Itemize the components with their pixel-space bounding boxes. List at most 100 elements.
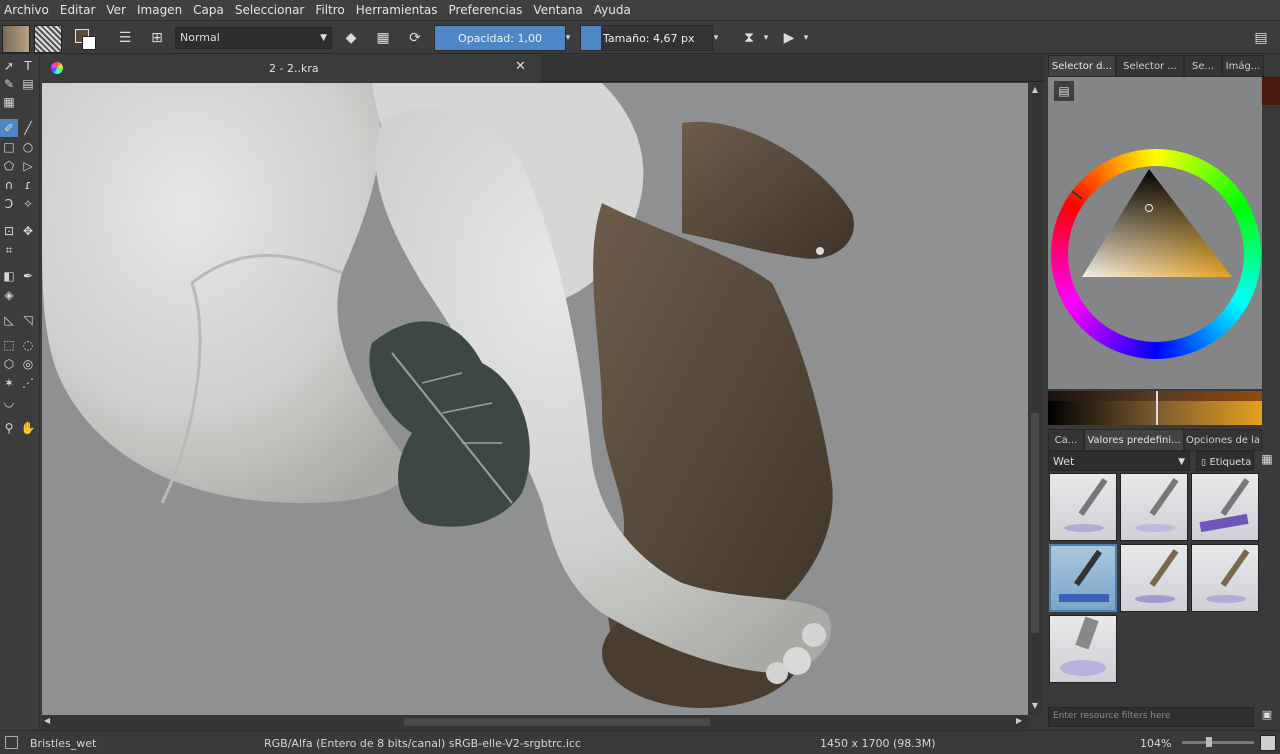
move-tool-icon[interactable]: ✥ bbox=[19, 222, 37, 240]
opacity-options-icon[interactable]: ▾ bbox=[560, 25, 576, 51]
preset-view-mode-icon[interactable]: ▦ bbox=[1258, 452, 1276, 470]
zoom-slider[interactable] bbox=[1182, 737, 1254, 747]
color-swatch-icon[interactable] bbox=[72, 25, 98, 51]
tag-label: Etiqueta bbox=[1209, 457, 1252, 468]
text-tool-icon[interactable]: T bbox=[19, 57, 37, 75]
freehand-brush-tool-icon[interactable]: ✐ bbox=[0, 119, 18, 137]
transform-tool-icon[interactable]: ⊡ bbox=[0, 222, 18, 240]
color-history-swatch[interactable] bbox=[1262, 77, 1280, 105]
rectangle-tool-icon[interactable]: □ bbox=[0, 138, 18, 156]
mirror-vertical-icon[interactable]: ▶ bbox=[776, 25, 802, 51]
workspace-chooser-icon[interactable]: ▤ bbox=[1248, 25, 1274, 51]
gradient-preview-icon[interactable] bbox=[2, 25, 30, 53]
blend-mode-select[interactable]: Normal ▼ bbox=[175, 27, 332, 49]
zoom-tool-icon[interactable]: ⚲ bbox=[0, 419, 18, 437]
line-tool-icon[interactable]: ╱ bbox=[19, 119, 37, 137]
scroll-up-icon[interactable]: ▲ bbox=[1028, 85, 1042, 94]
multibrush-tool-icon[interactable]: ✧ bbox=[19, 195, 37, 213]
scroll-right-icon[interactable]: ▶ bbox=[1016, 716, 1022, 725]
mirror-horizontal-icon[interactable]: ⧗ bbox=[736, 25, 762, 51]
pattern-tool-icon[interactable]: ▦ bbox=[0, 93, 18, 111]
zoom-slider-handle[interactable] bbox=[1206, 737, 1212, 747]
tab-brush-presets[interactable]: Valores predefini... bbox=[1084, 429, 1184, 451]
chevron-down-icon: ▼ bbox=[1178, 457, 1185, 467]
polyline-tool-icon[interactable]: ▷ bbox=[19, 157, 37, 175]
bezier-tool-icon[interactable]: ∩ bbox=[0, 176, 18, 194]
brush-preset-tile[interactable] bbox=[1049, 473, 1117, 541]
pattern-preview-icon[interactable] bbox=[34, 25, 62, 53]
menu-ver[interactable]: Ver bbox=[106, 3, 126, 17]
menu-herramientas[interactable]: Herramientas bbox=[356, 3, 438, 17]
pan-tool-icon[interactable]: ✋ bbox=[19, 419, 37, 437]
tag-menu-button[interactable]: ▯ Etiqueta bbox=[1196, 451, 1254, 471]
mirror-horizontal-dropdown-icon[interactable]: ▾ bbox=[760, 25, 772, 51]
opacity-slider[interactable]: Opacidad: 1,00 bbox=[434, 25, 566, 51]
similar-selection-tool-icon[interactable]: ⋰ bbox=[19, 374, 37, 392]
polygon-tool-icon[interactable]: ⬠ bbox=[0, 157, 18, 175]
hsv-color-wheel[interactable] bbox=[1048, 77, 1262, 389]
menu-filtro[interactable]: Filtro bbox=[315, 3, 344, 17]
menu-editar[interactable]: Editar bbox=[60, 3, 96, 17]
brush-preset-tile[interactable] bbox=[1191, 544, 1259, 612]
elliptical-selection-tool-icon[interactable]: ◌ bbox=[19, 336, 37, 354]
color-picker-tool-icon[interactable]: ✒ bbox=[19, 267, 37, 285]
tab-tool-options[interactable]: Opciones de la ... bbox=[1184, 429, 1262, 468]
rectangular-selection-tool-icon[interactable]: ⬚ bbox=[0, 336, 18, 354]
reload-preset-icon[interactable]: ⟳ bbox=[402, 25, 428, 51]
size-slider[interactable]: Tamaño: 4,67 px bbox=[580, 25, 713, 51]
menu-capa[interactable]: Capa bbox=[193, 3, 224, 17]
polygonal-selection-tool-icon[interactable]: ⬡ bbox=[0, 355, 18, 373]
brush-preset-tile[interactable] bbox=[1049, 615, 1117, 683]
menu-preferencias[interactable]: Preferencias bbox=[449, 3, 523, 17]
freehand-path-tool-icon[interactable]: ɾ bbox=[19, 176, 37, 194]
close-document-icon[interactable]: ✕ bbox=[515, 59, 526, 74]
tab-brush-category[interactable]: Ca... bbox=[1048, 429, 1084, 451]
menu-archivo[interactable]: Archivo bbox=[4, 3, 49, 17]
document-tab[interactable]: 2 - 2..kra ✕ bbox=[41, 55, 541, 82]
calligraphy-tool-icon[interactable]: ▤ bbox=[19, 75, 37, 93]
eraser-icon[interactable]: ◆ bbox=[338, 25, 364, 51]
menu-ventana[interactable]: Ventana bbox=[533, 3, 582, 17]
value-slider-panel[interactable] bbox=[1048, 391, 1262, 425]
menu-ayuda[interactable]: Ayuda bbox=[594, 3, 631, 17]
tab-advanced-color-selector[interactable]: Selector d... bbox=[1048, 55, 1116, 77]
measure-tool-icon[interactable]: ◹ bbox=[19, 311, 37, 329]
brush-preset-tile[interactable] bbox=[1120, 473, 1188, 541]
menu-bar: Archivo Editar Ver Imagen Capa Seleccion… bbox=[0, 0, 1280, 20]
magnetic-selection-tool-icon[interactable]: ◡ bbox=[0, 393, 18, 411]
scroll-down-icon[interactable]: ▼ bbox=[1028, 701, 1042, 710]
size-options-icon[interactable]: ▾ bbox=[708, 25, 724, 51]
menu-imagen[interactable]: Imagen bbox=[137, 3, 182, 17]
brush-preset-tile[interactable] bbox=[1191, 473, 1259, 541]
brush-settings-icon[interactable]: ☰ bbox=[112, 25, 138, 51]
gradient-tool-icon[interactable]: ◧ bbox=[0, 267, 18, 285]
contiguous-selection-tool-icon[interactable]: ✶ bbox=[0, 374, 18, 392]
painting-canvas[interactable] bbox=[42, 83, 1028, 715]
tab-specific-selector[interactable]: Se... bbox=[1184, 55, 1222, 77]
save-filter-icon[interactable]: ▣ bbox=[1258, 708, 1276, 726]
select-shapes-tool-icon[interactable]: ➚ bbox=[0, 57, 18, 75]
mirror-vertical-dropdown-icon[interactable]: ▾ bbox=[800, 25, 812, 51]
brush-preset-tile[interactable] bbox=[1120, 544, 1188, 612]
assistant-tool-icon[interactable]: ◺ bbox=[0, 311, 18, 329]
canvas-only-toggle-icon[interactable] bbox=[1260, 735, 1276, 751]
preset-tag-select[interactable]: Wet ▼ bbox=[1048, 451, 1190, 471]
canvas-vertical-scrollbar[interactable]: ▲ ▼ bbox=[1028, 83, 1042, 715]
dynamic-brush-tool-icon[interactable]: Ↄ bbox=[0, 195, 18, 213]
horizontal-scroll-thumb[interactable] bbox=[404, 718, 710, 726]
menu-seleccionar[interactable]: Seleccionar bbox=[235, 3, 304, 17]
tab-image[interactable]: Imág... bbox=[1222, 55, 1264, 77]
edit-shapes-tool-icon[interactable]: ✎ bbox=[0, 75, 18, 93]
crop-tool-icon[interactable]: ⌗ bbox=[0, 241, 18, 259]
scroll-left-icon[interactable]: ◀ bbox=[44, 716, 50, 725]
fill-tool-icon[interactable]: ◈ bbox=[0, 286, 18, 304]
ellipse-tool-icon[interactable]: ○ bbox=[19, 138, 37, 156]
brush-preset-tile-selected[interactable] bbox=[1049, 544, 1117, 612]
resource-filter-field[interactable]: Enter resource filters here bbox=[1048, 707, 1254, 727]
freehand-selection-tool-icon[interactable]: ◎ bbox=[19, 355, 37, 373]
tab-color-selector[interactable]: Selector ... bbox=[1116, 55, 1184, 77]
vertical-scroll-thumb[interactable] bbox=[1031, 413, 1039, 633]
alpha-lock-icon[interactable]: ▦ bbox=[370, 25, 396, 51]
brush-presets-icon[interactable]: ⊞ bbox=[144, 25, 170, 51]
canvas-horizontal-scrollbar[interactable]: ◀ ▶ bbox=[42, 715, 1028, 729]
